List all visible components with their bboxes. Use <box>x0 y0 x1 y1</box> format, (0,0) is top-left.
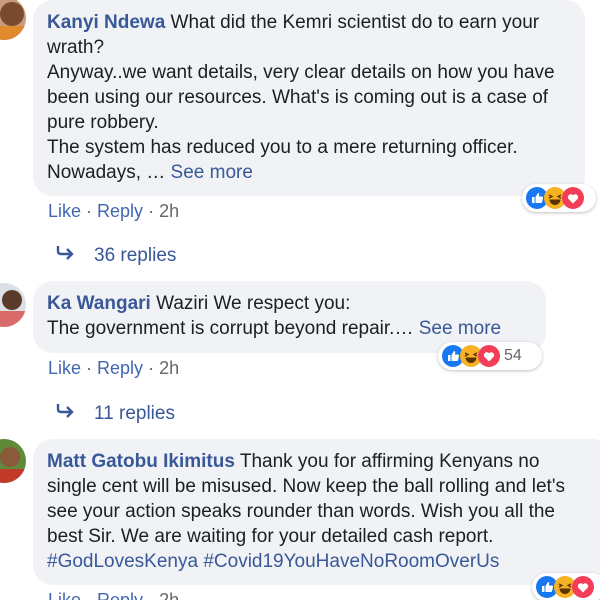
comment-author[interactable]: Matt Gatobu Ikimitus <box>47 451 235 472</box>
like-link[interactable]: Like <box>48 358 81 378</box>
comment-line: What did the Kemri scientist do to earn … <box>170 12 540 33</box>
avatar[interactable] <box>0 0 26 40</box>
separator: · <box>148 590 155 600</box>
comment-actions: Like · Reply · 2h <box>48 358 179 379</box>
reply-arrow-icon <box>54 243 94 266</box>
reaction-count: 54 <box>504 347 522 364</box>
comment-line: best Sir. We are waiting for your detail… <box>47 526 494 547</box>
avatar[interactable] <box>0 283 26 327</box>
reaction-summary[interactable] <box>532 573 600 600</box>
reply-arrow-icon <box>54 401 94 424</box>
comment-actions: Like · Reply · 2h <box>48 590 179 600</box>
comment-text: Kanyi Ndewa What did the Kemri scientist… <box>47 10 571 35</box>
love-icon <box>478 345 500 367</box>
comment-line: Anyway..we want details, very clear deta… <box>47 62 555 83</box>
view-replies-link[interactable]: 36 replies <box>54 243 176 267</box>
comment-bubble: Kanyi Ndewa What did the Kemri scientist… <box>33 0 585 196</box>
comment-author[interactable]: Ka Wangari <box>47 293 151 314</box>
comment-line: wrath? <box>47 37 105 58</box>
comment-line: pure robbery. <box>47 112 159 133</box>
reply-link[interactable]: Reply <box>97 358 143 378</box>
timestamp[interactable]: 2h <box>159 590 179 600</box>
timestamp[interactable]: 2h <box>159 201 179 221</box>
reaction-summary[interactable] <box>522 184 596 212</box>
separator: · <box>86 201 93 221</box>
love-icon <box>572 576 594 598</box>
comment-line: Thank you for affirming Kenyans no <box>239 451 540 472</box>
like-link[interactable]: Like <box>48 590 81 600</box>
comment-line: single cent will be misused. Now keep th… <box>47 476 565 497</box>
love-icon <box>562 187 584 209</box>
replies-count: 36 replies <box>94 245 177 266</box>
comment-line-last: Nowadays, … See more <box>47 160 571 185</box>
separator: · <box>148 358 155 378</box>
avatar[interactable] <box>0 439 26 483</box>
view-replies-link[interactable]: 11 replies <box>54 401 175 425</box>
comment-bubble: Matt Gatobu Ikimitus Thank you for affir… <box>33 439 600 585</box>
hashtag-links[interactable]: #GodLovesKenya #Covid19YouHaveNoRoomOver… <box>47 549 599 574</box>
see-more-link[interactable]: See more <box>419 318 501 339</box>
comment-line: see your action speaks rounder than word… <box>47 501 555 522</box>
separator: · <box>148 201 155 221</box>
comment-line: The system has reduced you to a mere ret… <box>47 137 518 158</box>
timestamp[interactable]: 2h <box>159 358 179 378</box>
comment-line-last: The government is corrupt beyond repair.… <box>47 316 532 341</box>
like-link[interactable]: Like <box>48 201 81 221</box>
comment-line: Waziri We respect you: <box>156 293 351 314</box>
comment-actions: Like · Reply · 2h <box>48 201 179 222</box>
replies-count: 11 replies <box>94 403 175 424</box>
reply-link[interactable]: Reply <box>97 590 143 600</box>
comment-text: Matt Gatobu Ikimitus Thank you for affir… <box>47 449 599 474</box>
reaction-summary[interactable]: 54 <box>438 342 542 370</box>
comment-line: The government is corrupt beyond repair.… <box>47 318 419 339</box>
separator: · <box>86 358 93 378</box>
comment-line: been using our resources. What's is comi… <box>47 87 549 108</box>
comment-line: Nowadays, … <box>47 162 171 183</box>
reply-link[interactable]: Reply <box>97 201 143 221</box>
comment-thread: Kanyi Ndewa What did the Kemri scientist… <box>0 0 600 600</box>
see-more-link[interactable]: See more <box>171 162 253 183</box>
comment-text: Ka Wangari Waziri We respect you: <box>47 291 532 316</box>
comment-author[interactable]: Kanyi Ndewa <box>47 12 165 33</box>
separator: · <box>86 590 93 600</box>
